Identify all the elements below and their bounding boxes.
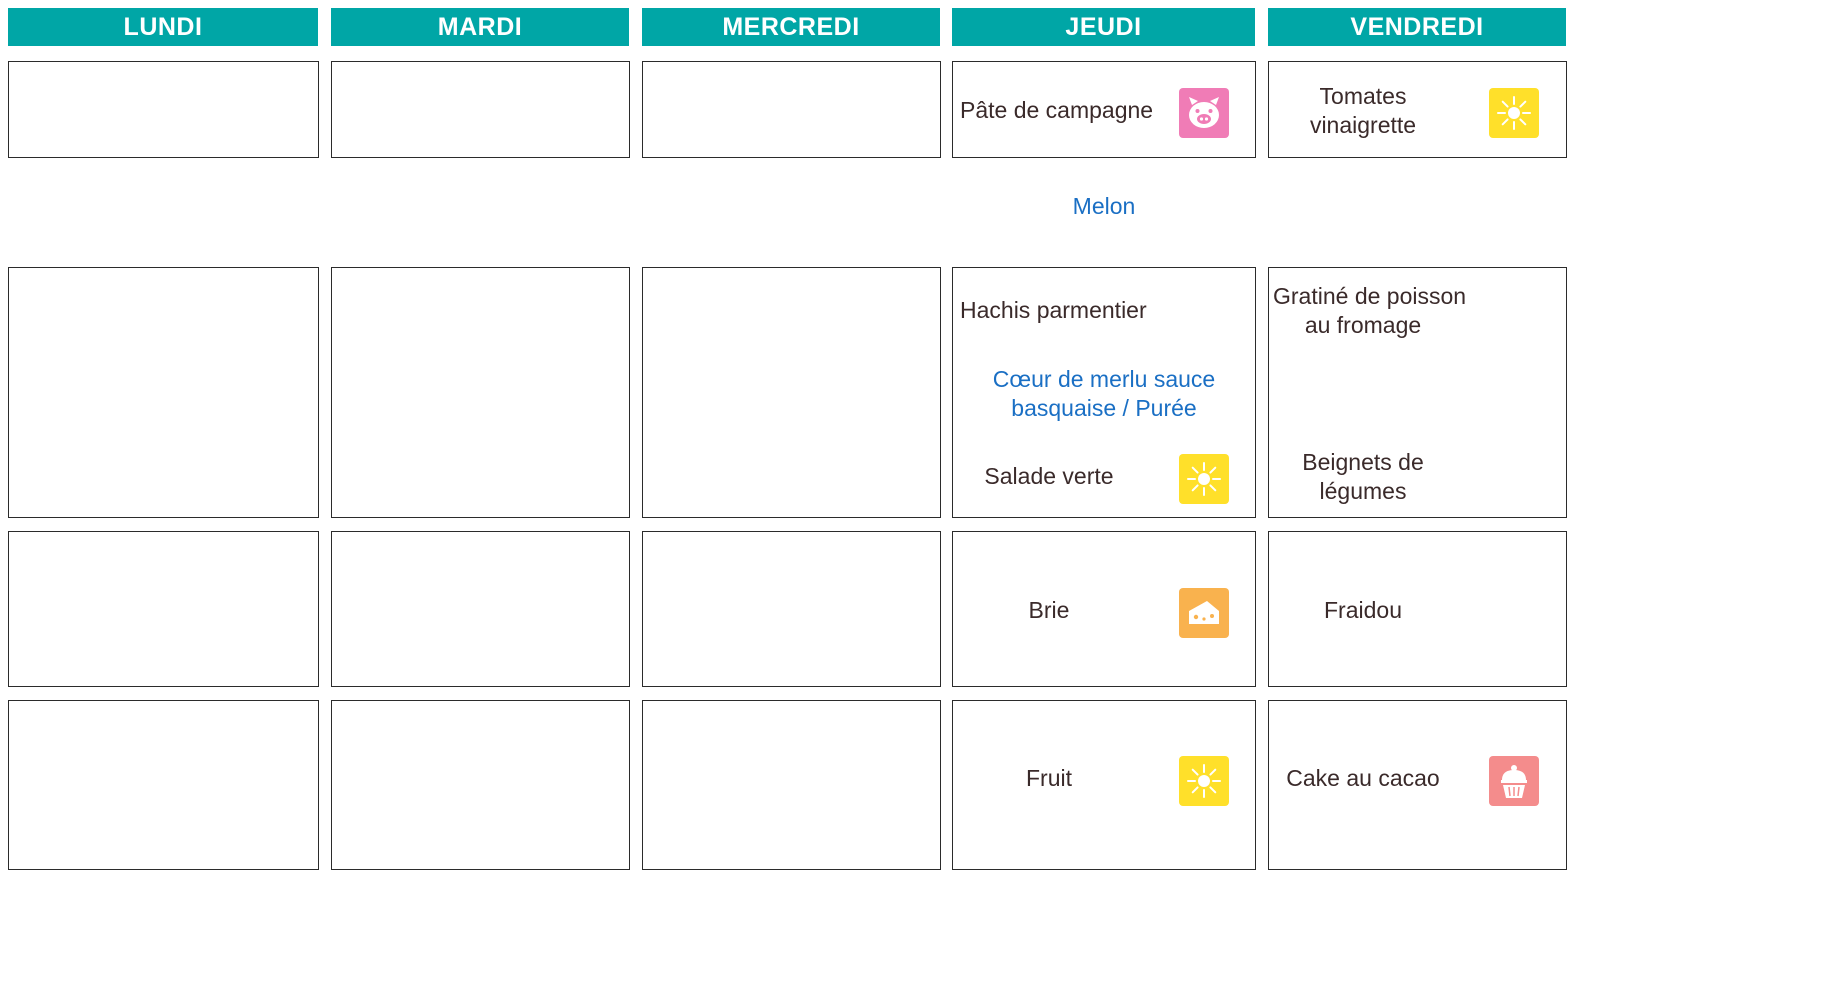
jeudi-plat-alt-line2: basquaise / Purée — [1011, 395, 1197, 421]
sun-icon — [1489, 88, 1539, 138]
cheese-icon — [1179, 588, 1229, 638]
pig-icon — [1179, 88, 1229, 138]
cell-mardi-entree — [331, 61, 630, 158]
cell-lundi-plat — [8, 267, 319, 518]
sun-icon — [1179, 756, 1229, 806]
header-jeudi: JEUDI — [952, 8, 1255, 46]
header-vendredi: VENDREDI — [1268, 8, 1566, 46]
jeudi-plat-alt-line1: Cœur de merlu sauce — [992, 366, 1216, 392]
jeudi-fromage-text: Brie — [1028, 597, 1070, 623]
vendredi-plat-line1: Gratiné de poisson — [1273, 283, 1467, 309]
vendredi-fromage-text: Fraidou — [1324, 597, 1402, 623]
jeudi-plat-text: Hachis parmentier — [960, 297, 1147, 323]
vendredi-entree-line2: vinaigrette — [1309, 112, 1417, 138]
cell-lundi-dessert — [8, 700, 319, 870]
cell-mercredi-dessert — [642, 700, 941, 870]
vendredi-dessert-text: Cake au cacao — [1286, 765, 1440, 791]
cell-mardi-dessert — [331, 700, 630, 870]
cell-mercredi-entree — [642, 61, 941, 158]
header-mercredi: MERCREDI — [642, 8, 940, 46]
jeudi-dessert-text: Fruit — [1026, 765, 1072, 791]
cell-lundi-entree — [8, 61, 319, 158]
cell-mardi-fromage — [331, 531, 630, 687]
cupcake-icon — [1489, 756, 1539, 806]
cell-mercredi-fromage — [642, 531, 941, 687]
jeudi-entree-text: Pâte de campagne — [960, 97, 1154, 123]
vendredi-accompagnement-line1: Beignets de — [1302, 449, 1424, 475]
header-mardi: MARDI — [331, 8, 629, 46]
jeudi-entree-alt-text: Melon — [1072, 193, 1136, 219]
vendredi-entree-line1: Tomates — [1319, 83, 1407, 109]
cell-mardi-plat — [331, 267, 630, 518]
vendredi-plat-line2: au fromage — [1304, 312, 1422, 338]
cell-mercredi-plat — [642, 267, 941, 518]
jeudi-accompagnement-text: Salade verte — [984, 463, 1114, 489]
cell-lundi-fromage — [8, 531, 319, 687]
header-lundi: LUNDI — [8, 8, 318, 46]
vendredi-accompagnement-line2: légumes — [1319, 478, 1407, 504]
sun-icon — [1179, 454, 1229, 504]
